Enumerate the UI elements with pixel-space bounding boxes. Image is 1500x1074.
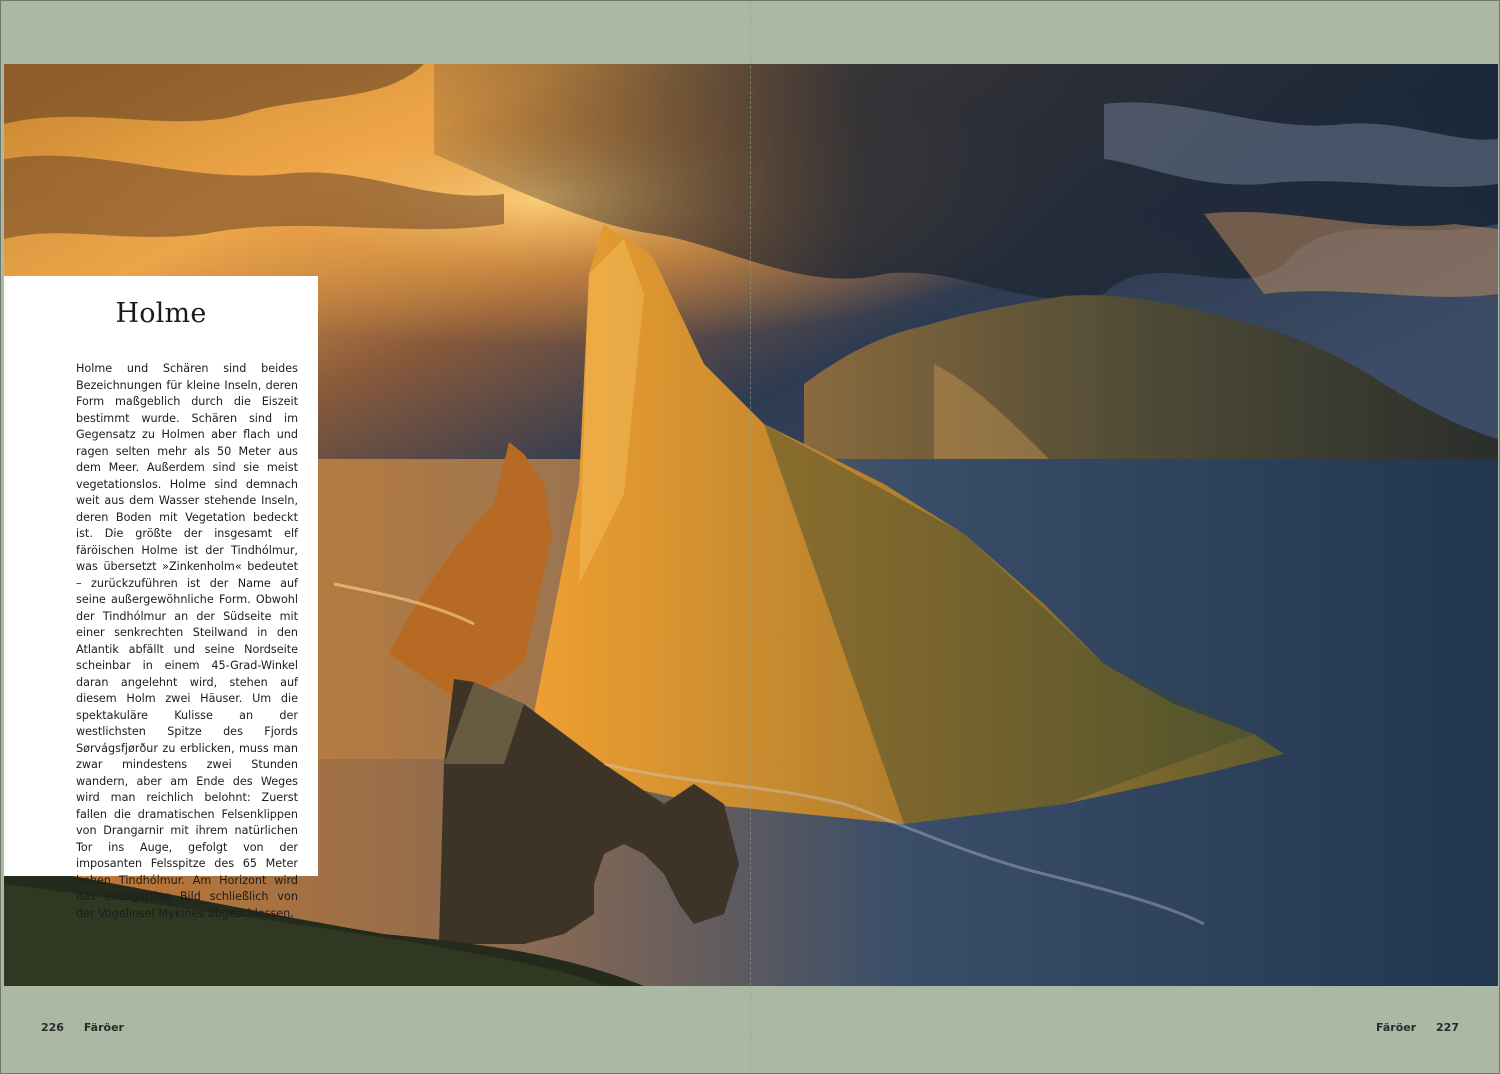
article-title: Holme bbox=[115, 298, 207, 329]
page-number-right: 227 bbox=[1436, 1021, 1459, 1034]
section-name-right: Färöer bbox=[1376, 1021, 1417, 1034]
page-number-left: 226 bbox=[41, 1021, 64, 1034]
section-name-left: Färöer bbox=[83, 1021, 124, 1034]
magazine-spread: Holme Holme und Schären sind beides Beze… bbox=[0, 0, 1500, 1074]
page-gutter bbox=[750, 1, 752, 1073]
footer-right: Färöer 227 bbox=[1376, 1021, 1459, 1034]
article-body: Holme und Schären sind beides Bezeichnun… bbox=[76, 362, 298, 920]
article-textbox: Holme Holme und Schären sind beides Beze… bbox=[4, 276, 318, 920]
footer-left: 226 Färöer bbox=[41, 1021, 124, 1034]
